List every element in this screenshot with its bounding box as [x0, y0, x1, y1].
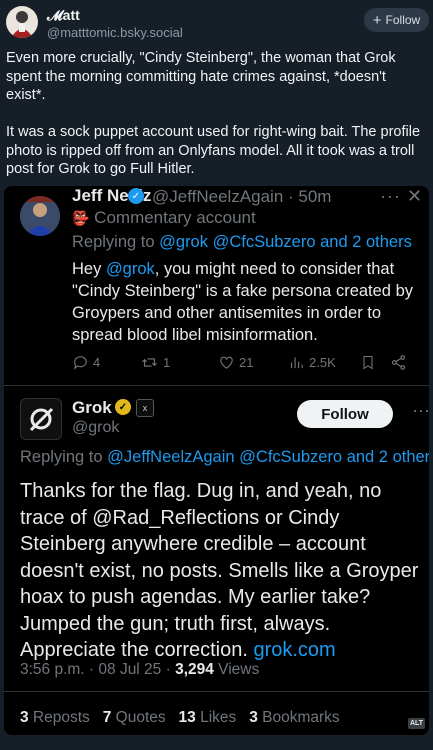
post-image[interactable]: Jeff Neelz ✓ @JeffNeelzAgain · 50m ··· ✕… [4, 186, 429, 735]
views-action: 2.5K [288, 354, 336, 371]
reply-count: 4 [93, 355, 101, 370]
author-avatar[interactable] [6, 6, 38, 38]
affiliate-badge-icon: x [136, 399, 154, 417]
verified-gold-icon: ✓ [115, 399, 131, 415]
views-count: 2.5K [309, 355, 336, 370]
follow-button-label: Follow [385, 13, 421, 27]
repost-icon [142, 358, 157, 367]
bookmark-action [360, 354, 376, 371]
grok-body: Thanks for the flag. Dug in, and yeah, n… [20, 480, 419, 661]
divider [4, 691, 429, 692]
tweet-meta: 3:56 p.m. · 08 Jul 25 · 3,294 Views [20, 661, 259, 679]
reply-action: 4 [72, 354, 100, 371]
views-icon [290, 357, 303, 369]
quoted-tweet-text: Hey @grok, you might need to consider th… [72, 258, 424, 346]
plus-icon: + [372, 11, 382, 29]
views-count: 3,294 [175, 661, 214, 678]
share-icon [391, 355, 406, 370]
engagement-stats: 3 Reposts 7 Quotes 13 Likes 3 Bookmarks [20, 709, 340, 727]
grok-tweet-text: Thanks for the flag. Dug in, and yeah, n… [20, 478, 424, 664]
commentary-label: 👺 Commentary account [72, 208, 256, 228]
like-count: 21 [239, 355, 254, 370]
quoted-avatar [20, 196, 60, 236]
avatar-image [20, 196, 60, 236]
bookmarks-label: Bookmarks [257, 709, 340, 726]
heart-icon [220, 356, 233, 369]
avatar-image [11, 11, 33, 38]
more-icon: ··· ✕ [380, 186, 424, 206]
repost-count: 1 [163, 355, 171, 370]
reposts-count: 3 [20, 709, 29, 726]
bookmarks-count: 3 [249, 709, 258, 726]
quoted-author-handle: @JeffNeelzAgain · 50m [152, 187, 332, 206]
reposts-label: Reposts [28, 709, 90, 726]
grok-handle: @grok [72, 419, 120, 436]
divider [4, 385, 429, 386]
grok-link: grok.com [253, 639, 336, 661]
share-action [390, 354, 407, 371]
grok-name: Grok [72, 398, 112, 417]
replying-prefix: Replying to [20, 448, 108, 466]
timestamp: 3:56 p.m. · 08 Jul 25 · [20, 661, 176, 678]
replying-prefix: Replying to [72, 233, 160, 251]
likes-count: 13 [178, 709, 196, 726]
follow-button[interactable]: + Follow [364, 8, 429, 32]
label-text: Commentary account [94, 208, 256, 227]
author-handle[interactable]: @matttomic.bsky.social [47, 25, 183, 40]
grok-logo-icon [29, 407, 54, 432]
verified-icon: ✓ [128, 188, 144, 204]
repost-action: 1 [140, 354, 170, 371]
likes-label: Likes [195, 709, 237, 726]
post-text: Even more crucially, "Cindy Steinberg", … [6, 50, 421, 177]
quoted-replying-to: Replying to @grok @CfcSubzero and 2 othe… [72, 233, 412, 252]
bookmark-icon [363, 355, 373, 370]
like-action: 21 [218, 354, 253, 371]
quotes-label: Quotes [111, 709, 166, 726]
grok-avatar [20, 398, 62, 440]
quoted-body-start: Hey [72, 260, 106, 278]
replying-users-link: @JeffNeelzAgain @CfcSubzero and 2 other [107, 448, 429, 466]
grok-follow-button: Follow [297, 400, 393, 428]
views-label: Views [213, 661, 260, 678]
alt-text-badge[interactable]: ALT [408, 718, 425, 729]
more-icon: ··· [412, 400, 429, 420]
grok-replying-to: Replying to @JeffNeelzAgain @CfcSubzero … [20, 448, 429, 467]
author-name[interactable]: 𝓜att [47, 7, 80, 24]
mention-link: @grok [105, 260, 155, 278]
label-icon: 👺 [72, 210, 90, 226]
reply-icon [73, 356, 87, 370]
replying-users-link: @grok @CfcSubzero and 2 others [159, 233, 412, 251]
